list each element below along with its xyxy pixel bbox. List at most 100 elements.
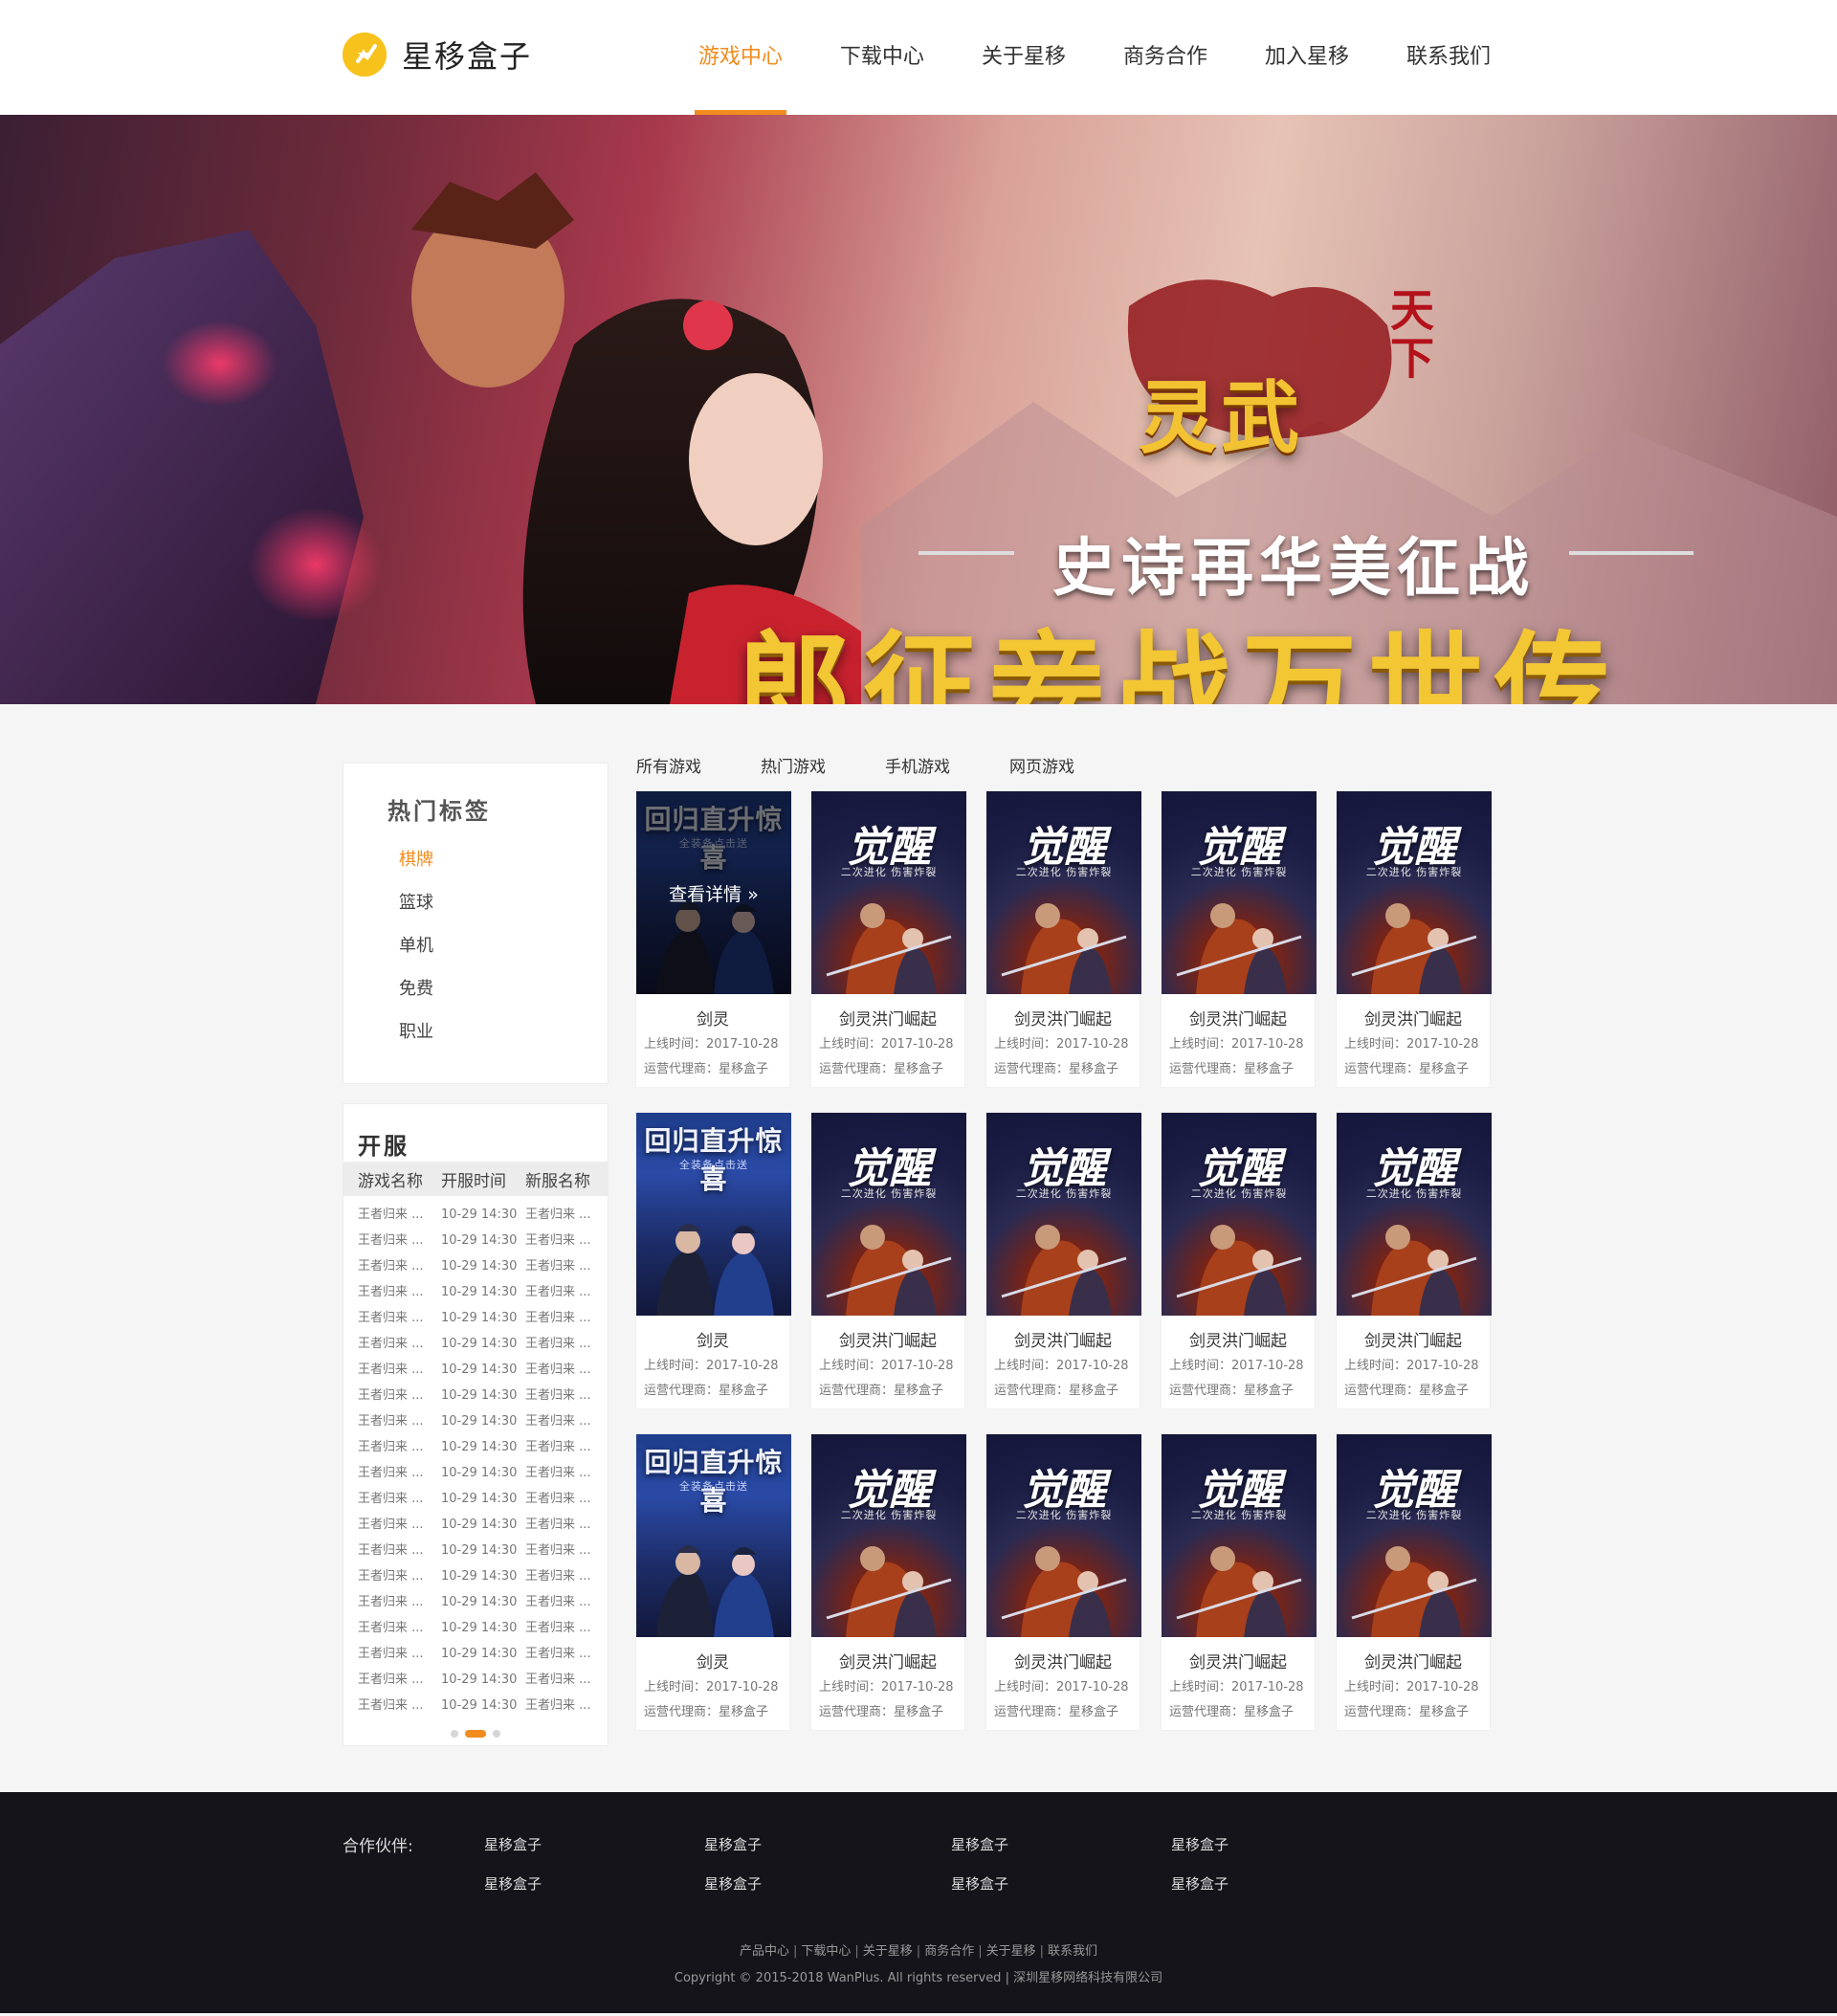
- server-row[interactable]: 王者归来 ... 10-29 14:30 王者归来 ...: [343, 1357, 608, 1383]
- footer-link[interactable]: 联系我们: [1048, 1944, 1097, 1959]
- game-card[interactable]: 觉醒 二次进化 伤害炸裂 剑灵洪门崛起 上线时间：2017-10-28 运营代理商：星移…: [1336, 1112, 1492, 1409]
- server-row[interactable]: 王者归来 ... 10-29 14:30 王者归来 ...: [343, 1589, 608, 1615]
- site-logo[interactable]: 星移盒子: [343, 33, 532, 77]
- server-new-name: 王者归来 ...: [525, 1518, 591, 1532]
- footer-link[interactable]: 下载中心: [801, 1944, 851, 1959]
- game-tab[interactable]: 所有游戏: [636, 756, 701, 785]
- hot-tag-item[interactable]: 棋牌: [399, 847, 608, 890]
- game-launch-date: 上线时间：2017-10-28: [1344, 1359, 1479, 1373]
- game-card[interactable]: 觉醒 二次进化 伤害炸裂 剑灵洪门崛起 上线时间：2017-10-28 运营代理商：星移…: [1161, 1433, 1317, 1731]
- partner-link[interactable]: 星移盒子: [484, 1873, 704, 1893]
- nav-item-4[interactable]: 加入星移: [1261, 0, 1353, 115]
- partner-link[interactable]: 星移盒子: [951, 1834, 1171, 1853]
- partner-link[interactable]: 星移盒子: [951, 1873, 1171, 1893]
- hot-tag-item[interactable]: 免费: [399, 976, 608, 1019]
- game-poster[interactable]: 觉醒 二次进化 伤害炸裂: [1162, 1113, 1317, 1316]
- nav-item-5[interactable]: 联系我们: [1403, 0, 1494, 115]
- partner-link[interactable]: 星移盒子: [484, 1834, 704, 1853]
- game-tab[interactable]: 手机游戏: [885, 756, 950, 785]
- nav-item-2[interactable]: 关于星移: [978, 0, 1070, 115]
- hot-tag-item[interactable]: 职业: [399, 1019, 608, 1062]
- game-poster[interactable]: 回归直升惊喜 全装备点击送: [636, 1113, 791, 1316]
- server-row[interactable]: 王者归来 ... 10-29 14:30 王者归来 ...: [343, 1460, 608, 1486]
- footer-link[interactable]: 关于星移: [986, 1944, 1036, 1959]
- partner-link[interactable]: 星移盒子: [1171, 1873, 1286, 1893]
- game-poster[interactable]: 回归直升惊喜全装备点击送查看详情 »: [636, 791, 791, 994]
- server-row[interactable]: 王者归来 ... 10-29 14:30 王者归来 ...: [343, 1408, 608, 1434]
- server-new-name: 王者归来 ...: [525, 1647, 591, 1661]
- game-poster[interactable]: 觉醒 二次进化 伤害炸裂: [1337, 1113, 1492, 1316]
- server-row[interactable]: 王者归来 ... 10-29 14:30 王者归来 ...: [343, 1228, 608, 1253]
- game-card[interactable]: 回归直升惊喜 全装备点击送 剑灵 上线时间：2017-10-28 运营代理商：星移盒子: [635, 1433, 791, 1731]
- game-card[interactable]: 觉醒 二次进化 伤害炸裂 剑灵洪门崛起 上线时间：2017-10-28 运营代理商：星移…: [1336, 1433, 1492, 1731]
- game-card[interactable]: 觉醒 二次进化 伤害炸裂 剑灵洪门崛起 上线时间：2017-10-28 运营代理商：星移…: [1336, 790, 1492, 1088]
- server-new-name: 王者归来 ...: [525, 1595, 591, 1609]
- game-card[interactable]: 觉醒 二次进化 伤害炸裂 剑灵洪门崛起 上线时间：2017-10-28 运营代理商：星移…: [810, 1112, 966, 1409]
- poster-subtitle: 二次进化 伤害炸裂: [1190, 1187, 1288, 1200]
- game-poster[interactable]: 觉醒 二次进化 伤害炸裂: [811, 791, 966, 994]
- game-card[interactable]: 觉醒 二次进化 伤害炸裂 剑灵洪门崛起 上线时间：2017-10-28 运营代理商：星移…: [985, 1433, 1141, 1731]
- game-poster[interactable]: 觉醒 二次进化 伤害炸裂: [1162, 1434, 1317, 1637]
- game-poster[interactable]: 觉醒 二次进化 伤害炸裂: [1162, 791, 1317, 994]
- partner-link[interactable]: 星移盒子: [704, 1873, 951, 1893]
- pager-dot[interactable]: [451, 1730, 458, 1738]
- server-row[interactable]: 王者归来 ... 10-29 14:30 王者归来 ...: [343, 1641, 608, 1667]
- server-game-name: 王者归来 ...: [358, 1414, 424, 1429]
- game-poster[interactable]: 觉醒 二次进化 伤害炸裂: [1337, 791, 1492, 994]
- game-card[interactable]: 觉醒 二次进化 伤害炸裂 剑灵洪门崛起 上线时间：2017-10-28 运营代理商：星移…: [985, 790, 1141, 1088]
- game-card[interactable]: 觉醒 二次进化 伤害炸裂 剑灵洪门崛起 上线时间：2017-10-28 运营代理商：星移…: [1161, 790, 1317, 1088]
- partner-link[interactable]: 星移盒子: [704, 1834, 951, 1853]
- game-card[interactable]: 回归直升惊喜全装备点击送查看详情 » 剑灵上线时间：2017-10-28 运营代理商…: [635, 790, 791, 1088]
- game-poster[interactable]: 觉醒 二次进化 伤害炸裂: [811, 1434, 966, 1637]
- server-row[interactable]: 王者归来 ... 10-29 14:30 王者归来 ...: [343, 1331, 608, 1357]
- game-name: 剑灵: [697, 1332, 729, 1351]
- view-details-button[interactable]: 查看详情 »: [636, 791, 791, 994]
- game-card[interactable]: 觉醒 二次进化 伤害炸裂 剑灵洪门崛起 上线时间：2017-10-28 运营代理商：星移…: [985, 1112, 1141, 1409]
- footer-link-separator: |: [916, 1944, 921, 1959]
- game-tab[interactable]: 热门游戏: [761, 756, 826, 785]
- server-game-name: 王者归来 ...: [358, 1647, 424, 1661]
- server-row[interactable]: 王者归来 ... 10-29 14:30 王者归来 ...: [343, 1305, 608, 1331]
- game-poster[interactable]: 回归直升惊喜 全装备点击送: [636, 1434, 791, 1637]
- server-row[interactable]: 王者归来 ... 10-29 14:30 王者归来 ...: [343, 1693, 608, 1718]
- server-row[interactable]: 王者归来 ... 10-29 14:30 王者归来 ...: [343, 1667, 608, 1693]
- footer-link[interactable]: 关于星移: [863, 1944, 913, 1959]
- hot-tag-item[interactable]: 篮球: [399, 890, 608, 933]
- game-card[interactable]: 回归直升惊喜 全装备点击送 剑灵 上线时间：2017-10-28 运营代理商：星移盒子: [635, 1112, 791, 1409]
- nav-item-0[interactable]: 游戏中心: [694, 0, 786, 115]
- server-row[interactable]: 王者归来 ... 10-29 14:30 王者归来 ...: [343, 1563, 608, 1589]
- game-launch-date: 上线时间：2017-10-28: [1344, 1037, 1479, 1052]
- server-row[interactable]: 王者归来 ... 10-29 14:30 王者归来 ...: [343, 1279, 608, 1305]
- pager-dot[interactable]: [493, 1730, 500, 1738]
- game-tab[interactable]: 网页游戏: [1009, 756, 1074, 785]
- footer-link[interactable]: 商务合作: [924, 1944, 974, 1959]
- server-row[interactable]: 王者归来 ... 10-29 14:30 王者归来 ...: [343, 1538, 608, 1563]
- game-poster[interactable]: 觉醒 二次进化 伤害炸裂: [811, 1113, 966, 1316]
- footer-link[interactable]: 产品中心: [740, 1944, 789, 1959]
- game-name: 剑灵洪门崛起: [839, 1653, 937, 1673]
- server-row[interactable]: 王者归来 ... 10-29 14:30 王者归来 ...: [343, 1512, 608, 1538]
- nav-item-3[interactable]: 商务合作: [1119, 0, 1211, 115]
- game-poster[interactable]: 觉醒 二次进化 伤害炸裂: [986, 1434, 1141, 1637]
- server-row[interactable]: 王者归来 ... 10-29 14:30 王者归来 ...: [343, 1383, 608, 1408]
- game-poster[interactable]: 觉醒 二次进化 伤害炸裂: [986, 1113, 1141, 1316]
- server-row[interactable]: 王者归来 ... 10-29 14:30 王者归来 ...: [343, 1615, 608, 1641]
- poster-subtitle: 二次进化 伤害炸裂: [1015, 1187, 1113, 1200]
- poster-subtitle: 二次进化 伤害炸裂: [840, 866, 938, 878]
- game-card[interactable]: 觉醒 二次进化 伤害炸裂 剑灵洪门崛起 上线时间：2017-10-28 运营代理商：星移…: [810, 790, 966, 1088]
- nav-item-1[interactable]: 下载中心: [836, 0, 928, 115]
- server-new-name: 王者归来 ...: [525, 1492, 591, 1506]
- pager-dot[interactable]: [465, 1730, 486, 1738]
- game-poster[interactable]: 觉醒 二次进化 伤害炸裂: [986, 791, 1141, 994]
- hot-tag-item[interactable]: 单机: [399, 933, 608, 976]
- partner-link[interactable]: 星移盒子: [1171, 1834, 1286, 1853]
- game-poster[interactable]: 觉醒 二次进化 伤害炸裂: [1337, 1434, 1492, 1637]
- game-card[interactable]: 觉醒 二次进化 伤害炸裂 剑灵洪门崛起 上线时间：2017-10-28 运营代理商：星移…: [1161, 1112, 1317, 1409]
- hero-banner[interactable]: 天下 灵武 史诗再华美征战 郎征妾战万世传: [0, 115, 1837, 704]
- server-row[interactable]: 王者归来 ... 10-29 14:30 王者归来 ...: [343, 1253, 608, 1279]
- server-row[interactable]: 王者归来 ... 10-29 14:30 王者归来 ...: [343, 1434, 608, 1460]
- server-row[interactable]: 王者归来 ... 10-29 14:30 王者归来 ...: [343, 1202, 608, 1228]
- game-card[interactable]: 觉醒 二次进化 伤害炸裂 剑灵洪门崛起 上线时间：2017-10-28 运营代理商：星移…: [810, 1433, 966, 1731]
- server-new-name: 王者归来 ...: [525, 1337, 591, 1351]
- server-row[interactable]: 王者归来 ... 10-29 14:30 王者归来 ...: [343, 1486, 608, 1512]
